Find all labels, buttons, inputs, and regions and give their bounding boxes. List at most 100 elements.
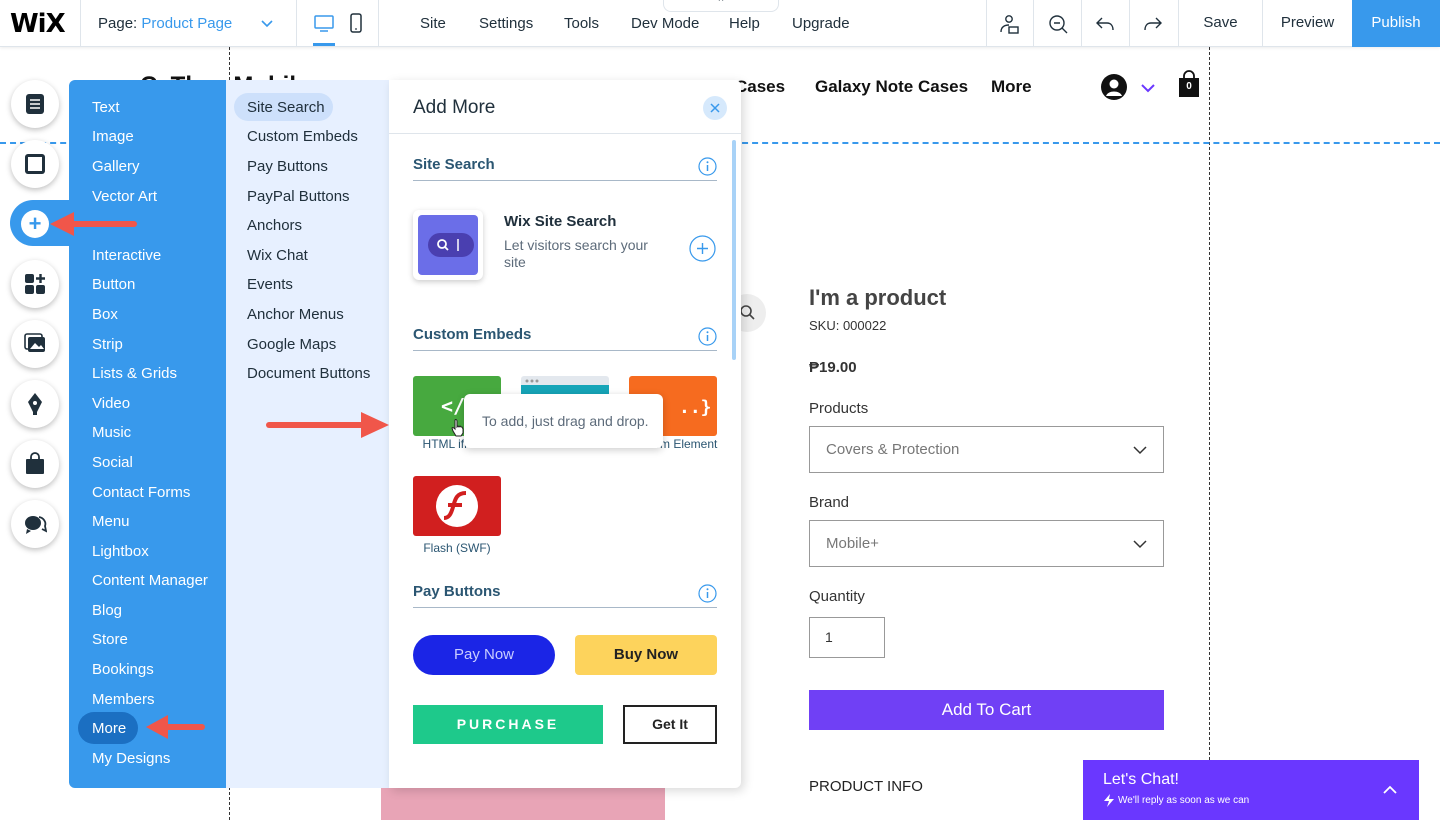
category-button[interactable]: Button [92,276,135,293]
subcategory-anchor-menus[interactable]: Anchor Menus [247,306,344,323]
subcategory-site-search[interactable]: Site Search [247,99,325,116]
site-search-thumbnail-bg [418,215,478,275]
menu-settings[interactable]: Settings [479,15,533,32]
category-box[interactable]: Box [92,306,118,323]
chevron-down-icon[interactable] [1140,80,1156,96]
product-image [381,788,665,820]
desktop-view-indicator [313,43,335,46]
category-menu[interactable]: Menu [92,513,130,530]
site-search-thumbnail[interactable] [413,210,483,280]
quantity-input[interactable]: 1 [809,617,885,658]
category-interactive[interactable]: Interactive [92,247,161,264]
category-contact-forms[interactable]: Contact Forms [92,484,190,501]
get-it-button-preset[interactable]: Get It [623,705,717,744]
products-dropdown-value: Covers & Protection [826,441,960,458]
menu-dev-mode[interactable]: Dev Mode [631,15,699,32]
flash-swf-tile[interactable] [413,476,501,536]
desktop-view-icon[interactable] [313,12,335,34]
undo-icon[interactable] [1093,12,1117,36]
page-selector-label: Page: [98,15,138,32]
scrollbar[interactable] [732,140,736,360]
subcategory-wix-chat[interactable]: Wix Chat [247,247,308,264]
category-lightbox[interactable]: Lightbox [92,543,149,560]
category-vector-art[interactable]: Vector Art [92,188,157,205]
add-to-cart-button[interactable]: Add To Cart [809,690,1164,730]
info-icon[interactable] [698,584,717,603]
mobile-view-icon[interactable] [345,12,367,34]
add-plus-icon[interactable] [689,235,716,262]
site-nav-more[interactable]: More [991,77,1032,97]
subcategory-anchors[interactable]: Anchors [247,217,302,234]
svg-text:..}: ..} [679,397,712,418]
purchase-button-preset[interactable]: PURCHASE [413,705,603,744]
category-video[interactable]: Video [92,395,130,412]
page-selector[interactable]: Page: Product Page [98,15,232,32]
category-content-manager[interactable]: Content Manager [92,572,208,589]
product-info-heading: PRODUCT INFO [809,778,923,795]
subcategory-google-maps[interactable]: Google Maps [247,336,336,353]
products-dropdown[interactable]: Covers & Protection [809,426,1164,473]
menu-tools[interactable]: Tools [564,15,599,32]
category-strip[interactable]: Strip [92,336,123,353]
menu-upgrade[interactable]: Upgrade [792,15,850,32]
roles-permissions-icon[interactable] [997,12,1021,36]
close-button[interactable] [703,96,727,120]
category-lists-grids[interactable]: Lists & Grids [92,365,177,382]
subcategory-events[interactable]: Events [247,276,293,293]
category-members[interactable]: Members [92,691,155,708]
chat-widget[interactable]: Let's Chat! We'll reply as soon as we ca… [1083,760,1419,820]
chat-button[interactable] [11,500,59,548]
site-nav-galaxy-note-cases[interactable]: Galaxy Note Cases [815,77,968,97]
category-blog[interactable]: Blog [92,602,122,619]
subcategory-document-buttons[interactable]: Document Buttons [247,365,370,382]
add-icon[interactable]: + [21,210,49,238]
subcategory-pay-buttons[interactable]: Pay Buttons [247,158,328,175]
chevron-up-icon[interactable] [1382,782,1398,798]
account-icon[interactable] [1100,73,1128,101]
add-panel-categories: Text Image Gallery Vector Art Interactiv… [69,80,226,788]
save-button[interactable]: Save [1178,0,1262,46]
media-button[interactable] [11,320,59,368]
category-image[interactable]: Image [92,128,134,145]
background-button[interactable] [11,140,59,188]
redo-icon[interactable] [1141,12,1165,36]
menu-site[interactable]: Site [420,15,446,32]
subcategory-custom-embeds[interactable]: Custom Embeds [247,128,358,145]
divider [1033,0,1034,46]
category-bookings[interactable]: Bookings [92,661,154,678]
brand-label: Brand [809,494,850,511]
category-store[interactable]: Store [92,631,128,648]
blog-button[interactable] [11,380,59,428]
category-social[interactable]: Social [92,454,133,471]
category-gallery[interactable]: Gallery [92,158,140,175]
chevron-down-icon[interactable] [260,16,274,30]
product-sku: SKU: 000022 [809,318,887,333]
info-icon[interactable] [698,327,717,346]
store-button[interactable] [11,440,59,488]
divider [296,0,297,46]
brand-dropdown[interactable]: Mobile+ [809,520,1164,567]
category-more[interactable]: More [92,720,126,737]
annotation-arrow-embed [266,412,389,438]
category-my-designs[interactable]: My Designs [92,750,170,767]
category-text[interactable]: Text [92,99,120,116]
product-title: I'm a product [809,285,947,310]
subcategory-paypal-buttons[interactable]: PayPal Buttons [247,188,350,205]
app-market-button[interactable] [11,260,59,308]
menus-pages-button[interactable] [11,80,59,128]
pay-now-button-preset[interactable]: Pay Now [413,635,555,675]
media-icon [24,333,45,352]
zoom-out-icon[interactable] [1046,12,1070,36]
chevron-down-icon [1133,446,1147,455]
info-icon[interactable] [698,157,717,176]
section-custom-embeds-heading: Custom Embeds [413,326,532,343]
preview-button[interactable]: Preview [1262,0,1352,46]
site-nav-cases[interactable]: Cases [735,77,785,97]
buy-now-button-preset[interactable]: Buy Now [575,635,717,675]
publish-button[interactable]: Publish [1352,0,1440,47]
collapse-topbar-tab[interactable]: ⌃ [663,0,779,12]
menu-help[interactable]: Help [729,15,760,32]
blog-pen-icon [28,393,42,415]
search-bar-graphic [428,233,474,257]
category-music[interactable]: Music [92,424,131,441]
